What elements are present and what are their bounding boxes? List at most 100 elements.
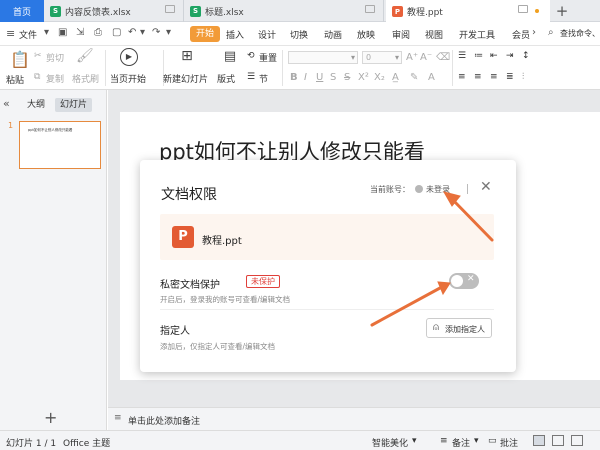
menu-design[interactable]: 设计: [258, 28, 276, 41]
file-info-box: P 教程.ppt: [160, 214, 494, 260]
notes-placeholder[interactable]: 单击此处添加备注: [128, 414, 200, 427]
strikethrough-icon[interactable]: S: [344, 72, 350, 83]
number-list-icon[interactable]: ≔: [474, 51, 483, 61]
tab-home[interactable]: 首页: [0, 0, 44, 22]
chevron-down-icon[interactable]: ▾: [44, 28, 54, 38]
clear-format-icon[interactable]: ⌫: [436, 52, 450, 63]
comments-button[interactable]: 批注: [500, 436, 518, 449]
grow-font-icon[interactable]: A⁺: [406, 52, 418, 63]
chevron-right-icon[interactable]: ›: [532, 28, 542, 38]
ppt-file-icon: P: [172, 226, 194, 248]
superscript-icon[interactable]: X²: [358, 72, 369, 83]
cut-icon[interactable]: ✂: [34, 51, 42, 61]
shrink-font-icon[interactable]: A⁻: [420, 52, 432, 63]
layout-button[interactable]: 版式: [217, 72, 235, 85]
search-commands[interactable]: 查找命令、: [560, 28, 600, 39]
reset-button[interactable]: 重置: [259, 51, 277, 64]
add-designee-button[interactable]: ⍝ 添加指定人: [426, 318, 492, 338]
preview-icon[interactable]: ▢: [112, 28, 122, 38]
format-painter-icon[interactable]: 🖌: [76, 48, 94, 64]
undo-icon[interactable]: ↶: [128, 28, 138, 38]
distribute-icon[interactable]: ⫶: [522, 72, 524, 82]
align-right-icon[interactable]: ≡: [490, 72, 498, 82]
section-icon[interactable]: ☰: [247, 72, 255, 82]
section-button[interactable]: 节: [259, 72, 268, 85]
cut-button[interactable]: 剪切: [46, 51, 64, 64]
highlight-icon[interactable]: ✎: [410, 72, 418, 83]
new-tab-button[interactable]: +: [552, 2, 572, 20]
menu-transition[interactable]: 切换: [290, 28, 308, 41]
monitor-icon: [165, 5, 175, 13]
play-icon[interactable]: ▶: [120, 48, 138, 66]
print-icon[interactable]: ⎙: [94, 28, 104, 38]
new-slide-icon[interactable]: ⊞: [178, 48, 196, 64]
shadow-icon[interactable]: S: [330, 72, 336, 83]
paste-button[interactable]: 粘贴: [6, 73, 24, 86]
subscript-icon[interactable]: X₂: [374, 72, 385, 83]
slide-thumbnail-1[interactable]: ppt如何不让别人修改只能看: [19, 121, 101, 169]
menu-start[interactable]: 开始: [190, 26, 220, 42]
tab-slides[interactable]: 幻灯片: [55, 98, 93, 112]
add-slide-button[interactable]: +: [44, 408, 57, 427]
paste-icon[interactable]: 📋: [10, 50, 30, 69]
copy-button[interactable]: 复制: [46, 72, 64, 85]
underline-icon[interactable]: U: [316, 72, 323, 83]
account-login-link[interactable]: 未登录: [426, 184, 450, 195]
notes-toggle-button[interactable]: 备注: [452, 436, 470, 449]
indent-decrease-icon[interactable]: ⇤: [490, 51, 498, 61]
layout-icon[interactable]: ▤: [222, 49, 238, 64]
copy-icon[interactable]: ⧉: [34, 72, 40, 82]
chevron-down-icon[interactable]: ▾: [140, 28, 150, 38]
menu-developer[interactable]: 开发工具: [459, 28, 495, 41]
hamburger-icon[interactable]: ≡: [6, 28, 16, 39]
toggle-knob: [451, 275, 463, 287]
redo-icon[interactable]: ↷: [152, 28, 162, 38]
notes-toggle-icon[interactable]: ≡: [440, 436, 448, 446]
save-icon[interactable]: ▣: [58, 28, 68, 38]
font-size-select[interactable]: 0: [362, 51, 402, 64]
menu-slideshow[interactable]: 放映: [357, 28, 375, 41]
export-icon[interactable]: ⇲: [76, 28, 86, 38]
new-slide-button[interactable]: 新建幻灯片: [163, 72, 208, 85]
close-icon[interactable]: ✕: [480, 179, 492, 195]
font-family-select[interactable]: [288, 51, 358, 64]
section-divider: [160, 309, 494, 310]
align-center-icon[interactable]: ≡: [474, 72, 482, 82]
char-spacing-icon[interactable]: A̲: [392, 72, 399, 83]
menu-animation[interactable]: 动画: [324, 28, 342, 41]
xlsx-file-icon: S: [190, 5, 201, 17]
chevron-down-icon[interactable]: ▾: [474, 436, 479, 446]
smart-beautify-button[interactable]: 智能美化: [372, 436, 408, 449]
menu-file[interactable]: 文件: [19, 28, 37, 41]
add-user-icon: ⍝: [433, 322, 439, 333]
tab-outline[interactable]: 大纲: [22, 98, 50, 112]
align-left-icon[interactable]: ≡: [458, 72, 466, 82]
indent-increase-icon[interactable]: ⇥: [506, 51, 514, 61]
private-protection-toggle[interactable]: ✕: [449, 273, 479, 289]
justify-icon[interactable]: ≣: [506, 72, 514, 82]
normal-view-icon[interactable]: [533, 435, 545, 446]
italic-icon[interactable]: I: [304, 72, 307, 83]
comment-icon[interactable]: ▭: [488, 436, 497, 446]
designate-desc: 添加后，仅指定人可查看/编辑文档: [160, 342, 276, 351]
bold-icon[interactable]: B: [290, 72, 298, 83]
slide-sorter-icon[interactable]: [552, 435, 564, 446]
bullet-list-icon[interactable]: ☰: [458, 51, 466, 61]
format-painter-button[interactable]: 格式刷: [72, 72, 99, 85]
play-from-current-button[interactable]: 当页开始: [110, 72, 146, 85]
menu-insert[interactable]: 插入: [226, 28, 244, 41]
reset-icon[interactable]: ⟲: [247, 51, 255, 61]
chevron-down-icon[interactable]: ▾: [166, 28, 176, 38]
notes-bar[interactable]: ≡ 单击此处添加备注: [108, 407, 600, 430]
font-color-icon[interactable]: A: [428, 72, 435, 83]
menu-view[interactable]: 视图: [425, 28, 443, 41]
search-icon[interactable]: ⌕: [548, 28, 558, 38]
chevron-down-icon[interactable]: ▾: [412, 436, 417, 446]
menu-member[interactable]: 会员: [512, 28, 530, 41]
tab-xlsx-feedback[interactable]: S 内容反馈表.xlsx: [44, 0, 184, 22]
reading-view-icon[interactable]: [571, 435, 583, 446]
tab-xlsx-title[interactable]: S 标题.xlsx: [184, 0, 384, 22]
menu-review[interactable]: 审阅: [392, 28, 410, 41]
tab-ppt-active[interactable]: P 教程.ppt: [386, 0, 550, 23]
line-spacing-icon[interactable]: ↕: [522, 51, 530, 61]
